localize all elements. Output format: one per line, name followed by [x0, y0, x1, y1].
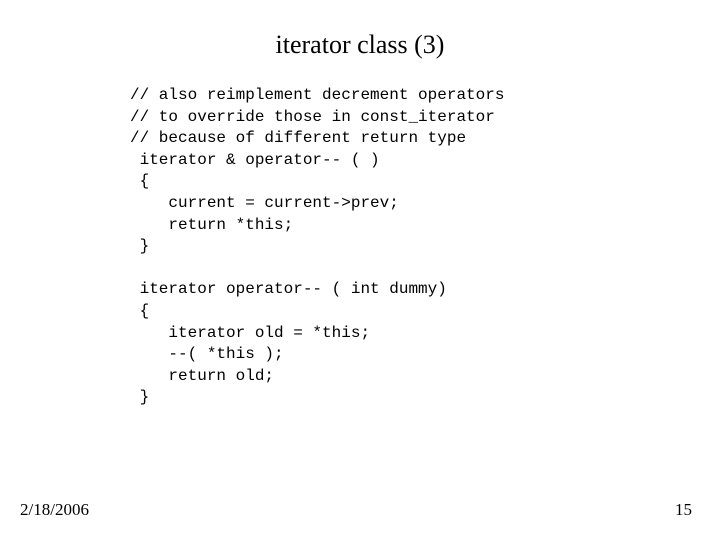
footer-date: 2/18/2006: [20, 500, 89, 520]
footer-page-number: 15: [675, 500, 692, 520]
slide-title: iterator class (3): [0, 30, 720, 60]
code-block: // also reimplement decrement operators …: [130, 85, 504, 409]
slide: iterator class (3) // also reimplement d…: [0, 0, 720, 540]
